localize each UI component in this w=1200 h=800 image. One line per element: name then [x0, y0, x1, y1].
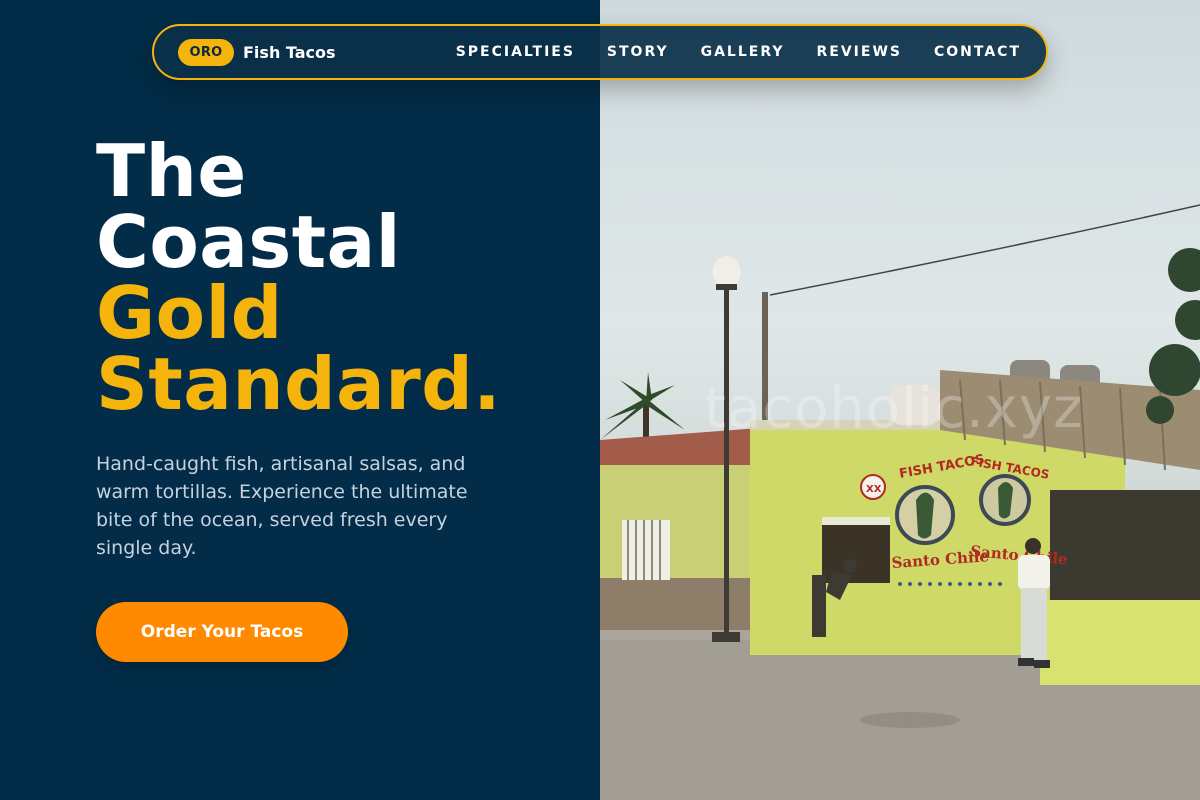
photo-watermark: tacoholic.xyz: [704, 376, 1084, 441]
hero-title-line-3: Gold: [96, 271, 283, 355]
svg-text:XX: XX: [866, 484, 882, 495]
hero-description: Hand-caught fish, artisanal salsas, and …: [96, 453, 468, 559]
top-nav: ORO Fish Tacos SPECIALTIES STORY GALLERY…: [152, 24, 1048, 80]
fish-taco-stand-photo: FISH TACOS FISH TACOS Santo Chile Santo …: [600, 0, 1200, 800]
nav-link-specialties[interactable]: SPECIALTIES: [456, 44, 575, 60]
hero-title-line-4: Standard.: [96, 342, 502, 426]
brand-name: Fish Tacos: [243, 42, 336, 62]
hero-title-line-2: Coastal: [96, 200, 401, 284]
hero-title-line-1: The: [96, 129, 247, 213]
hero-title: The Coastal Gold Standard.: [96, 129, 502, 426]
nav-links: SPECIALTIES STORY GALLERY REVIEWS CONTAC…: [456, 44, 1022, 60]
brand-badge: ORO: [178, 38, 234, 66]
nav-link-reviews[interactable]: REVIEWS: [817, 44, 902, 60]
brand-logo[interactable]: ORO Fish Tacos: [178, 38, 336, 66]
nav-link-contact[interactable]: CONTACT: [934, 44, 1021, 60]
order-tacos-button[interactable]: Order Your Tacos: [96, 602, 348, 662]
nav-link-gallery[interactable]: GALLERY: [701, 44, 785, 60]
nav-link-story[interactable]: STORY: [607, 44, 669, 60]
